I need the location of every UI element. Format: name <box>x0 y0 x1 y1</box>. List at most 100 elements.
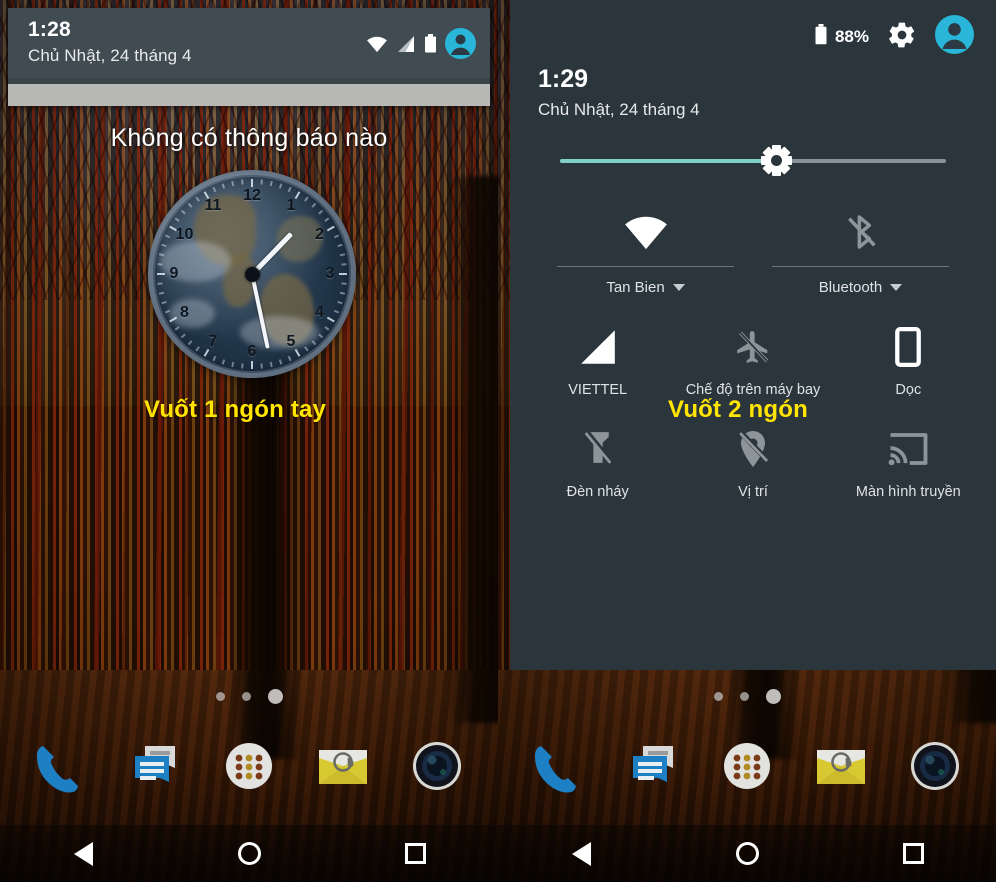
email-app-icon[interactable] <box>809 736 873 800</box>
clock-number: 1 <box>286 197 296 215</box>
qs-time: 1:29 <box>538 65 589 93</box>
quick-settings-clock: 1:29 Chủ Nhật, 24 tháng 4 <box>510 56 996 120</box>
email-app-icon[interactable] <box>311 736 375 800</box>
tile-underline <box>772 265 949 267</box>
clock-number: 8 <box>179 304 189 321</box>
notification-shade[interactable]: 1:28 Chủ Nhật, 24 tháng 4 <box>8 8 490 107</box>
slider-fill <box>560 158 777 163</box>
navigation-bar <box>498 825 996 882</box>
messages-app-icon[interactable] <box>123 736 187 800</box>
qs-tile-cast[interactable]: Màn hình truyền <box>831 424 986 500</box>
user-avatar-icon[interactable] <box>445 28 476 64</box>
brightness-slider[interactable] <box>560 145 946 176</box>
qs-tile-row: Đèn nháy Vị trí Màn hình truyền <box>520 424 986 500</box>
qs-tile-row: VIETTEL Chế độ trên máy bay Dọc <box>520 322 986 398</box>
shade-time: 1:28 <box>28 18 71 41</box>
shade-clock: 1:28 Chủ Nhật, 24 tháng 4 <box>28 18 366 66</box>
flashlight-off-icon <box>581 424 615 474</box>
clock-center-hub <box>244 266 260 282</box>
qs-tile-wifi-label: Tan Bien <box>606 278 665 296</box>
qs-tile-wifi[interactable]: Tan Bien <box>538 204 753 296</box>
page-dot-active[interactable] <box>267 689 283 704</box>
clock-number: 9 <box>169 265 179 282</box>
user-avatar-icon[interactable] <box>935 15 974 59</box>
airplane-off-icon <box>733 322 773 372</box>
qs-date: Chủ Nhật, 24 tháng 4 <box>538 99 700 119</box>
qs-tile-location[interactable]: Vị trí <box>675 424 830 500</box>
clock-number: 3 <box>325 265 335 282</box>
chevron-down-icon[interactable] <box>672 283 685 291</box>
camera-app-icon[interactable] <box>405 736 469 800</box>
qs-tile-wifi-label-row: Tan Bien <box>606 278 685 296</box>
cellular-signal-icon <box>396 35 416 58</box>
messages-app-icon[interactable] <box>621 736 685 800</box>
tile-underline <box>557 265 734 267</box>
page-dot[interactable] <box>215 692 225 701</box>
home-button[interactable] <box>222 833 276 875</box>
shade-status-icons <box>366 18 476 64</box>
back-button[interactable] <box>56 833 110 875</box>
qs-tile-cellular[interactable]: VIETTEL <box>520 322 675 398</box>
clock-number: 6 <box>247 343 257 360</box>
clock-number: 7 <box>208 332 218 350</box>
back-button[interactable] <box>554 833 608 875</box>
clock-number: 5 <box>286 332 296 350</box>
battery-icon <box>814 24 828 50</box>
page-dot[interactable] <box>241 692 251 701</box>
app-drawer-icon[interactable] <box>217 736 281 800</box>
annotation-two-finger-swipe: Vuốt 2 ngón <box>668 396 808 423</box>
clock-number: 2 <box>315 226 324 243</box>
wifi-icon <box>366 35 388 58</box>
page-dot[interactable] <box>713 692 723 701</box>
home-button[interactable] <box>720 833 774 875</box>
wifi-icon <box>620 204 672 260</box>
qs-tile-location-label: Vị trí <box>738 483 768 500</box>
location-off-icon <box>735 424 771 474</box>
phone-app-icon[interactable] <box>29 736 93 800</box>
qs-tile-cast-label: Màn hình truyền <box>855 483 961 500</box>
cast-screen-icon <box>887 424 929 474</box>
app-drawer-icon[interactable] <box>715 736 779 800</box>
page-dot[interactable] <box>739 692 749 701</box>
recents-button[interactable] <box>388 833 442 875</box>
camera-app-icon[interactable] <box>903 736 967 800</box>
battery-icon <box>424 34 437 58</box>
quick-settings-panel[interactable]: 88% 1:29 Chủ Nhật, 24 tháng 4 Tan Bien B… <box>510 0 996 670</box>
bluetooth-off-icon <box>841 204 881 260</box>
qs-tile-cellular-label: VIETTEL <box>568 381 628 398</box>
clock-number: 12 <box>243 187 261 204</box>
home-page-indicator <box>0 689 498 704</box>
settings-gear-icon[interactable] <box>887 20 917 55</box>
qs-tile-flashlight-label: Đèn nháy <box>566 483 629 500</box>
quick-settings-duo-row: Tan Bien Bluetooth <box>510 174 996 296</box>
qs-tile-bluetooth[interactable]: Bluetooth <box>753 204 968 296</box>
battery-status: 88% <box>814 24 869 50</box>
qs-tile-rotation-label: Dọc <box>895 381 922 398</box>
earth-analog-clock-widget[interactable]: 12 1 2 3 4 5 6 7 8 9 10 11 <box>148 170 356 378</box>
dock <box>498 716 996 820</box>
qs-tile-rotation[interactable]: Dọc <box>831 322 986 398</box>
shade-drag-handle[interactable] <box>8 84 490 107</box>
home-page-indicator <box>498 689 996 704</box>
clock-number: 4 <box>315 304 324 321</box>
brightness-row <box>510 120 996 176</box>
qs-tile-airplane[interactable]: Chế độ trên máy bay <box>675 322 830 398</box>
battery-percent-label: 88% <box>834 27 869 46</box>
left-phone-screen: Không có thông báo nào 12 1 2 3 4 5 6 7 8 9 10 11 V… <box>0 0 498 882</box>
navigation-bar <box>0 825 498 882</box>
shade-header: 1:28 Chủ Nhật, 24 tháng 4 <box>8 8 490 78</box>
cellular-signal-icon <box>577 322 619 372</box>
phone-app-icon[interactable] <box>527 736 591 800</box>
qs-tile-flashlight[interactable]: Đèn nháy <box>520 424 675 500</box>
quick-settings-status-bar: 88% <box>510 0 996 56</box>
recents-button[interactable] <box>886 833 940 875</box>
clock-number: 11 <box>204 197 222 215</box>
qs-tile-bluetooth-label-row: Bluetooth <box>819 279 903 296</box>
rotation-portrait-icon <box>893 322 923 372</box>
shade-date: Chủ Nhật, 24 tháng 4 <box>28 46 192 66</box>
dock <box>0 716 498 820</box>
page-dot-active[interactable] <box>765 689 781 704</box>
no-notifications-label: Không có thông báo nào <box>110 124 388 152</box>
brightness-thumb-sun-icon[interactable] <box>760 145 792 176</box>
chevron-down-icon[interactable] <box>890 283 903 291</box>
